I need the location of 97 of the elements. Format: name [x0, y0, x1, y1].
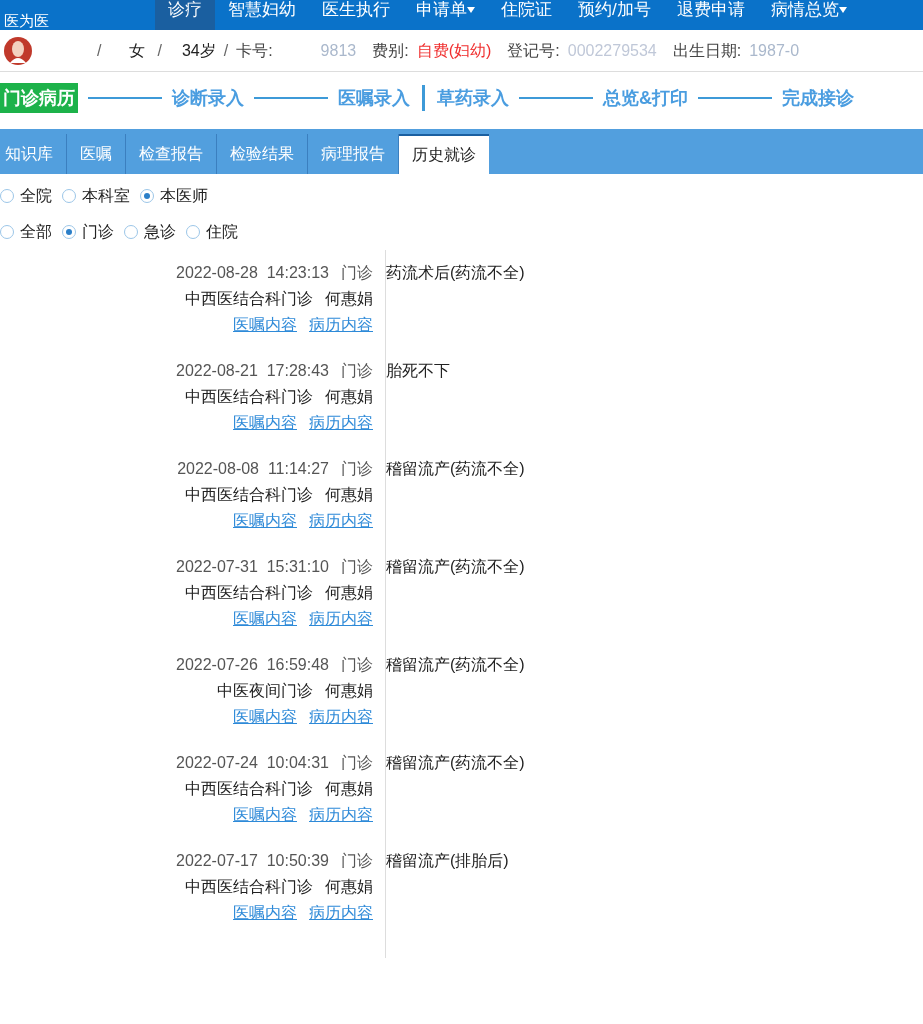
separator-slash: / — [157, 40, 162, 61]
nav-item[interactable]: 智慧妇幼 — [215, 0, 309, 30]
link[interactable]: 医嘱内容 — [233, 704, 297, 730]
workflow-step[interactable]: 草药录入 — [437, 84, 509, 112]
reg-label: 登记号: — [507, 40, 560, 61]
doctor-name: 何惠娟 — [325, 779, 373, 799]
doctor-name: 何惠娟 — [325, 877, 373, 897]
link[interactable]: 医嘱内容 — [233, 508, 297, 534]
diagnosis: 药流术后(药流不全) — [386, 263, 525, 283]
visit-type: 门诊 — [341, 263, 373, 283]
visit-type: 门诊 — [341, 851, 373, 871]
radio-button[interactable] — [140, 189, 154, 203]
diagnosis: 稽留流产(药流不全) — [386, 655, 525, 675]
link[interactable]: 医嘱内容 — [233, 802, 297, 828]
tab[interactable]: 医嘱 — [67, 134, 126, 174]
link[interactable]: 医嘱内容 — [233, 312, 297, 338]
department: 中西医结合科门诊 — [185, 779, 313, 799]
visit-datetime: 2022-08-21 17:28:43 — [176, 361, 329, 381]
visit-type: 门诊 — [341, 361, 373, 381]
nav-item[interactable]: 预约/加号 — [565, 0, 664, 30]
tab[interactable]: 知识库 — [0, 134, 67, 174]
patient-sex: 女 — [129, 40, 146, 61]
birth-label: 出生日期: — [672, 40, 742, 61]
fee-label: 费别: — [372, 40, 409, 61]
radio-button[interactable] — [0, 225, 14, 239]
visit-type: 门诊 — [341, 557, 373, 577]
radio-option[interactable]: 本科室 — [62, 184, 130, 208]
doctor-name: 何惠娟 — [325, 485, 373, 505]
department: 中西医结合科门诊 — [185, 289, 313, 309]
radio-button[interactable] — [186, 225, 200, 239]
radio-option[interactable]: 住院 — [186, 220, 238, 244]
radio-button[interactable] — [0, 189, 14, 203]
workflow-badge: 门诊病历 — [0, 83, 78, 113]
tab[interactable]: 检查报告 — [126, 134, 217, 174]
workflow-step[interactable]: 医嘱录入 — [338, 84, 410, 112]
visit-datetime: 2022-07-24 10:04:31 — [176, 753, 329, 773]
visit-datetime: 2022-07-26 16:59:48 — [176, 655, 329, 675]
workflow-step[interactable]: 完成接诊 — [782, 84, 854, 112]
link[interactable]: 医嘱内容 — [233, 410, 297, 436]
tab[interactable]: 历史就诊 — [399, 134, 489, 174]
radio-option[interactable]: 急诊 — [124, 220, 176, 244]
radio-button[interactable] — [62, 189, 76, 203]
radio-option[interactable]: 门诊 — [62, 220, 114, 244]
fee-type: 自费(妇幼) — [416, 40, 492, 61]
doctor-name: 何惠娟 — [325, 387, 373, 407]
patient-age: 34岁 — [181, 40, 216, 61]
separator-slash: / — [97, 40, 102, 61]
nav-item[interactable]: 医生执行 — [309, 0, 403, 30]
diagnosis: 稽留流产(药流不全) — [386, 557, 525, 577]
link[interactable]: 病历内容 — [309, 312, 373, 338]
link[interactable]: 病历内容 — [309, 900, 373, 926]
radio-option[interactable]: 全院 — [0, 184, 52, 208]
visit-type: 门诊 — [341, 753, 373, 773]
department: 中西医结合科门诊 — [185, 583, 313, 603]
radio-option[interactable]: 全部 — [0, 220, 52, 244]
department: 中西医结合科门诊 — [185, 877, 313, 897]
separator-slash: / — [223, 40, 229, 61]
workflow-step[interactable]: 诊断录入 — [172, 84, 244, 112]
visit-type: 门诊 — [341, 655, 373, 675]
radio-button[interactable] — [124, 225, 138, 239]
reg-number: 0002279534 — [567, 40, 657, 61]
department: 中医夜间门诊 — [217, 681, 313, 701]
doctor-name: 何惠娟 — [325, 289, 373, 309]
card-number: 9813 — [320, 40, 357, 61]
doctor-name: 何惠娟 — [325, 583, 373, 603]
link[interactable]: 病历内容 — [309, 802, 373, 828]
workflow-step[interactable]: 总览&打印 — [603, 84, 688, 112]
card-label: 卡号: — [236, 40, 273, 61]
nav-item[interactable]: 住院证 — [488, 0, 565, 30]
radio-option[interactable]: 本医师 — [140, 184, 208, 208]
nav-item[interactable]: 退费申请 — [663, 0, 758, 30]
diagnosis: 胎死不下 — [386, 361, 450, 381]
department: 中西医结合科门诊 — [185, 485, 313, 505]
diagnosis: 稽留流产(药流不全) — [386, 459, 525, 479]
diagnosis: 稽留流产(排胎后) — [386, 851, 509, 871]
visit-datetime: 2022-07-17 10:50:39 — [176, 851, 329, 871]
visit-datetime: 2022-07-31 15:31:10 — [176, 557, 329, 577]
logo-text: 医为医 — [4, 13, 49, 28]
nav-item[interactable]: 诊疗 — [155, 0, 215, 30]
tab[interactable]: 检验结果 — [217, 134, 308, 174]
link[interactable]: 病历内容 — [309, 508, 373, 534]
nav-item[interactable]: 申请单 — [403, 0, 488, 30]
visit-type: 门诊 — [341, 459, 373, 479]
link[interactable]: 医嘱内容 — [233, 900, 297, 926]
link[interactable]: 医嘱内容 — [233, 606, 297, 632]
visit-datetime: 2022-08-28 14:23:13 — [176, 263, 329, 283]
nav-item[interactable]: 病情总览 — [757, 0, 860, 30]
doctor-name: 何惠娟 — [325, 681, 373, 701]
diagnosis: 稽留流产(药流不全) — [386, 753, 525, 773]
link[interactable]: 病历内容 — [309, 606, 373, 632]
visit-datetime: 2022-08-08 11:14:27 — [177, 459, 329, 479]
radio-button[interactable] — [62, 225, 76, 239]
link[interactable]: 病历内容 — [309, 410, 373, 436]
birth-date: 1987-0 — [749, 40, 800, 61]
avatar-icon — [4, 36, 32, 65]
department: 中西医结合科门诊 — [185, 387, 313, 407]
link[interactable]: 病历内容 — [309, 704, 373, 730]
